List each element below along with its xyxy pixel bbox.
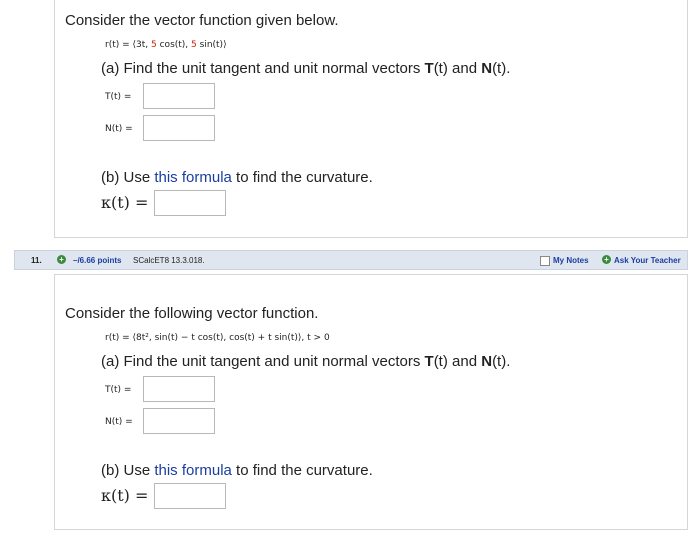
part-b-prompt: (b) Use this formula to find the curvatu… <box>101 462 373 479</box>
formula-link[interactable]: this formula <box>154 462 232 479</box>
my-notes-link[interactable]: My Notes <box>553 256 589 265</box>
tangent-label: T(t) = <box>105 385 132 395</box>
tangent-answer-input[interactable] <box>143 376 215 402</box>
tangent-answer-input[interactable] <box>143 83 215 109</box>
curvature-label: κ(t) = <box>101 193 149 212</box>
vector-function: r(t) = ⟨3t, 5 cos(t), 5 sin(t)⟩ <box>105 40 227 50</box>
part-a-prompt: (a) Find the unit tangent and unit norma… <box>101 60 511 77</box>
normal-label: N(t) = <box>105 417 133 427</box>
vector-function: r(t) = ⟨8t², sin(t) − t cos(t), cos(t) +… <box>105 333 330 343</box>
points-link[interactable]: –/6.66 points <box>73 256 121 265</box>
normal-answer-input[interactable] <box>143 408 215 434</box>
question-header-bar: 11. + –/6.66 points SCalcET8 13.3.018. M… <box>14 250 688 270</box>
curvature-label: κ(t) = <box>101 486 149 505</box>
question-intro: Consider the following vector function. <box>65 305 319 322</box>
tangent-label: T(t) = <box>105 92 132 102</box>
question-intro: Consider the vector function given below… <box>65 12 339 29</box>
ask-plus-icon[interactable]: + <box>602 255 611 264</box>
curvature-answer-input[interactable] <box>154 190 226 216</box>
notes-icon[interactable] <box>540 256 550 266</box>
expand-plus-icon[interactable]: + <box>57 255 66 264</box>
question-number: 11. <box>31 256 42 265</box>
part-b-prompt: (b) Use this formula to find the curvatu… <box>101 169 373 186</box>
formula-link[interactable]: this formula <box>154 169 232 186</box>
question-source: SCalcET8 13.3.018. <box>133 256 205 265</box>
normal-answer-input[interactable] <box>143 115 215 141</box>
ask-teacher-link[interactable]: Ask Your Teacher <box>614 256 681 265</box>
curvature-answer-input[interactable] <box>154 483 226 509</box>
normal-label: N(t) = <box>105 124 133 134</box>
question-card-11: Consider the following vector function. … <box>54 274 688 530</box>
part-a-prompt: (a) Find the unit tangent and unit norma… <box>101 353 511 370</box>
question-card-1: Consider the vector function given below… <box>54 0 688 238</box>
